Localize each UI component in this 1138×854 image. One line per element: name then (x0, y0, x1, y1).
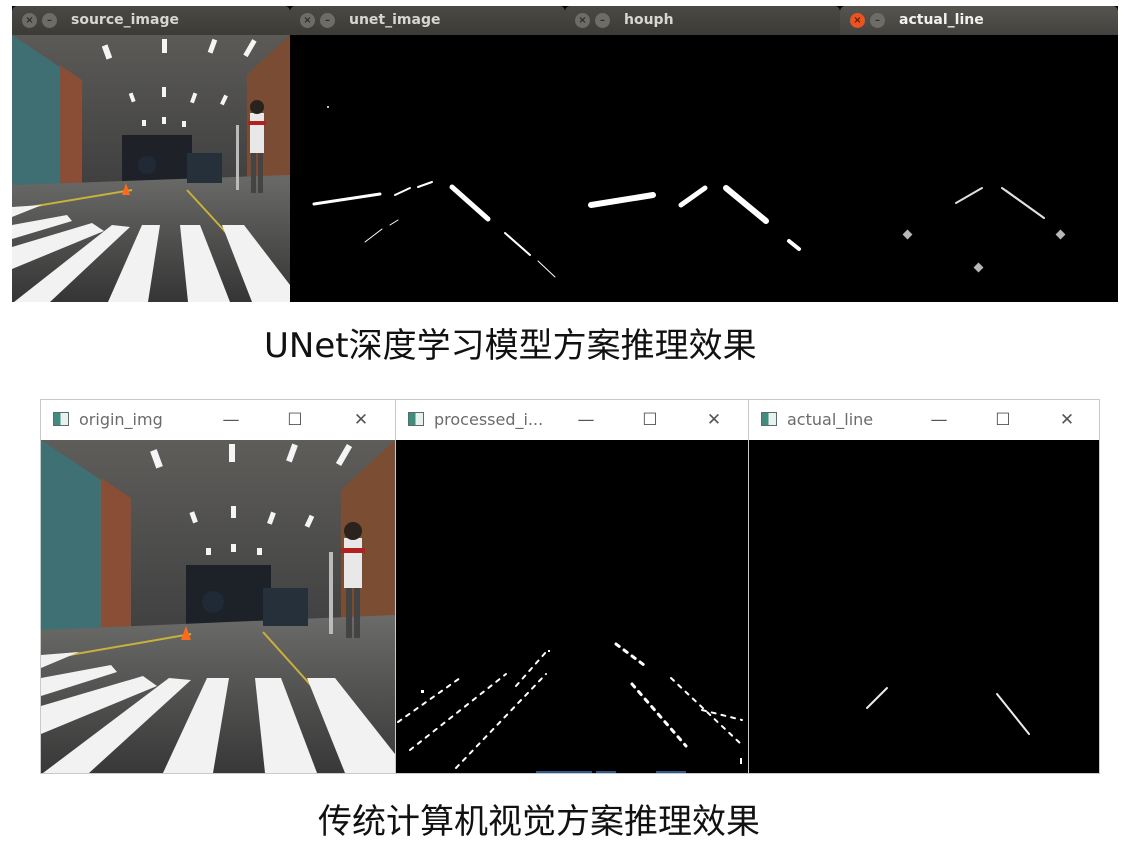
close-button[interactable]: ✕ (1055, 408, 1079, 432)
window-actual-line[interactable]: × – actual_line (840, 6, 1118, 302)
minimize-button[interactable]: — (574, 408, 598, 432)
window-title: actual_line (787, 410, 874, 429)
close-icon[interactable]: × (575, 13, 590, 28)
window-titlebar[interactable]: processed_i... — ☐ ✕ (396, 400, 748, 440)
source-camera-image (12, 35, 290, 302)
actual-line-cv-image (749, 440, 1099, 773)
window-title: unet_image (349, 12, 441, 28)
window-title: houph (624, 12, 674, 28)
window-title: processed_i... (434, 410, 544, 429)
unet-caption: UNet深度学习模型方案推理效果 (264, 326, 757, 366)
minimize-icon[interactable]: – (320, 13, 335, 28)
actual-line-image (840, 35, 1118, 302)
unet-segmentation-image (290, 35, 565, 302)
app-icon (408, 412, 424, 426)
minimize-icon[interactable]: – (595, 13, 610, 28)
window-origin-img[interactable]: origin_img — ☐ ✕ (40, 399, 396, 774)
window-processed-img[interactable]: processed_i... — ☐ ✕ (395, 399, 749, 774)
window-titlebar[interactable]: × – source_image (12, 6, 290, 35)
window-titlebar[interactable]: × – unet_image (290, 6, 565, 35)
window-title: actual_line (899, 12, 984, 28)
close-button[interactable]: ✕ (349, 408, 373, 432)
maximize-button[interactable]: ☐ (283, 408, 307, 432)
maximize-button[interactable]: ☐ (638, 408, 662, 432)
app-icon (53, 412, 69, 426)
window-titlebar[interactable]: origin_img — ☐ ✕ (41, 400, 395, 440)
window-titlebar[interactable]: × – houph (565, 6, 840, 35)
close-icon[interactable]: × (300, 13, 315, 28)
close-icon[interactable]: × (850, 13, 865, 28)
minimize-button[interactable]: — (219, 408, 243, 432)
window-title: source_image (71, 12, 179, 28)
window-houph[interactable]: × – houph (565, 6, 840, 302)
processed-binary-image (396, 440, 748, 773)
hough-lines-image (565, 35, 840, 302)
minimize-button[interactable]: — (927, 408, 951, 432)
cv-caption: 传统计算机视觉方案推理效果 (318, 802, 760, 842)
app-icon (761, 412, 777, 426)
maximize-button[interactable]: ☐ (991, 408, 1015, 432)
window-source-image[interactable]: × – source_image (12, 6, 290, 302)
origin-camera-image (41, 440, 395, 773)
window-titlebar[interactable]: actual_line — ☐ ✕ (749, 400, 1099, 440)
close-icon[interactable]: × (22, 13, 37, 28)
window-titlebar[interactable]: × – actual_line (840, 6, 1118, 35)
minimize-icon[interactable]: – (42, 13, 57, 28)
window-title: origin_img (79, 410, 163, 429)
window-unet-image[interactable]: × – unet_image (290, 6, 565, 302)
close-button[interactable]: ✕ (702, 408, 726, 432)
window-actual-line-cv[interactable]: actual_line — ☐ ✕ (748, 399, 1100, 774)
minimize-icon[interactable]: – (870, 13, 885, 28)
